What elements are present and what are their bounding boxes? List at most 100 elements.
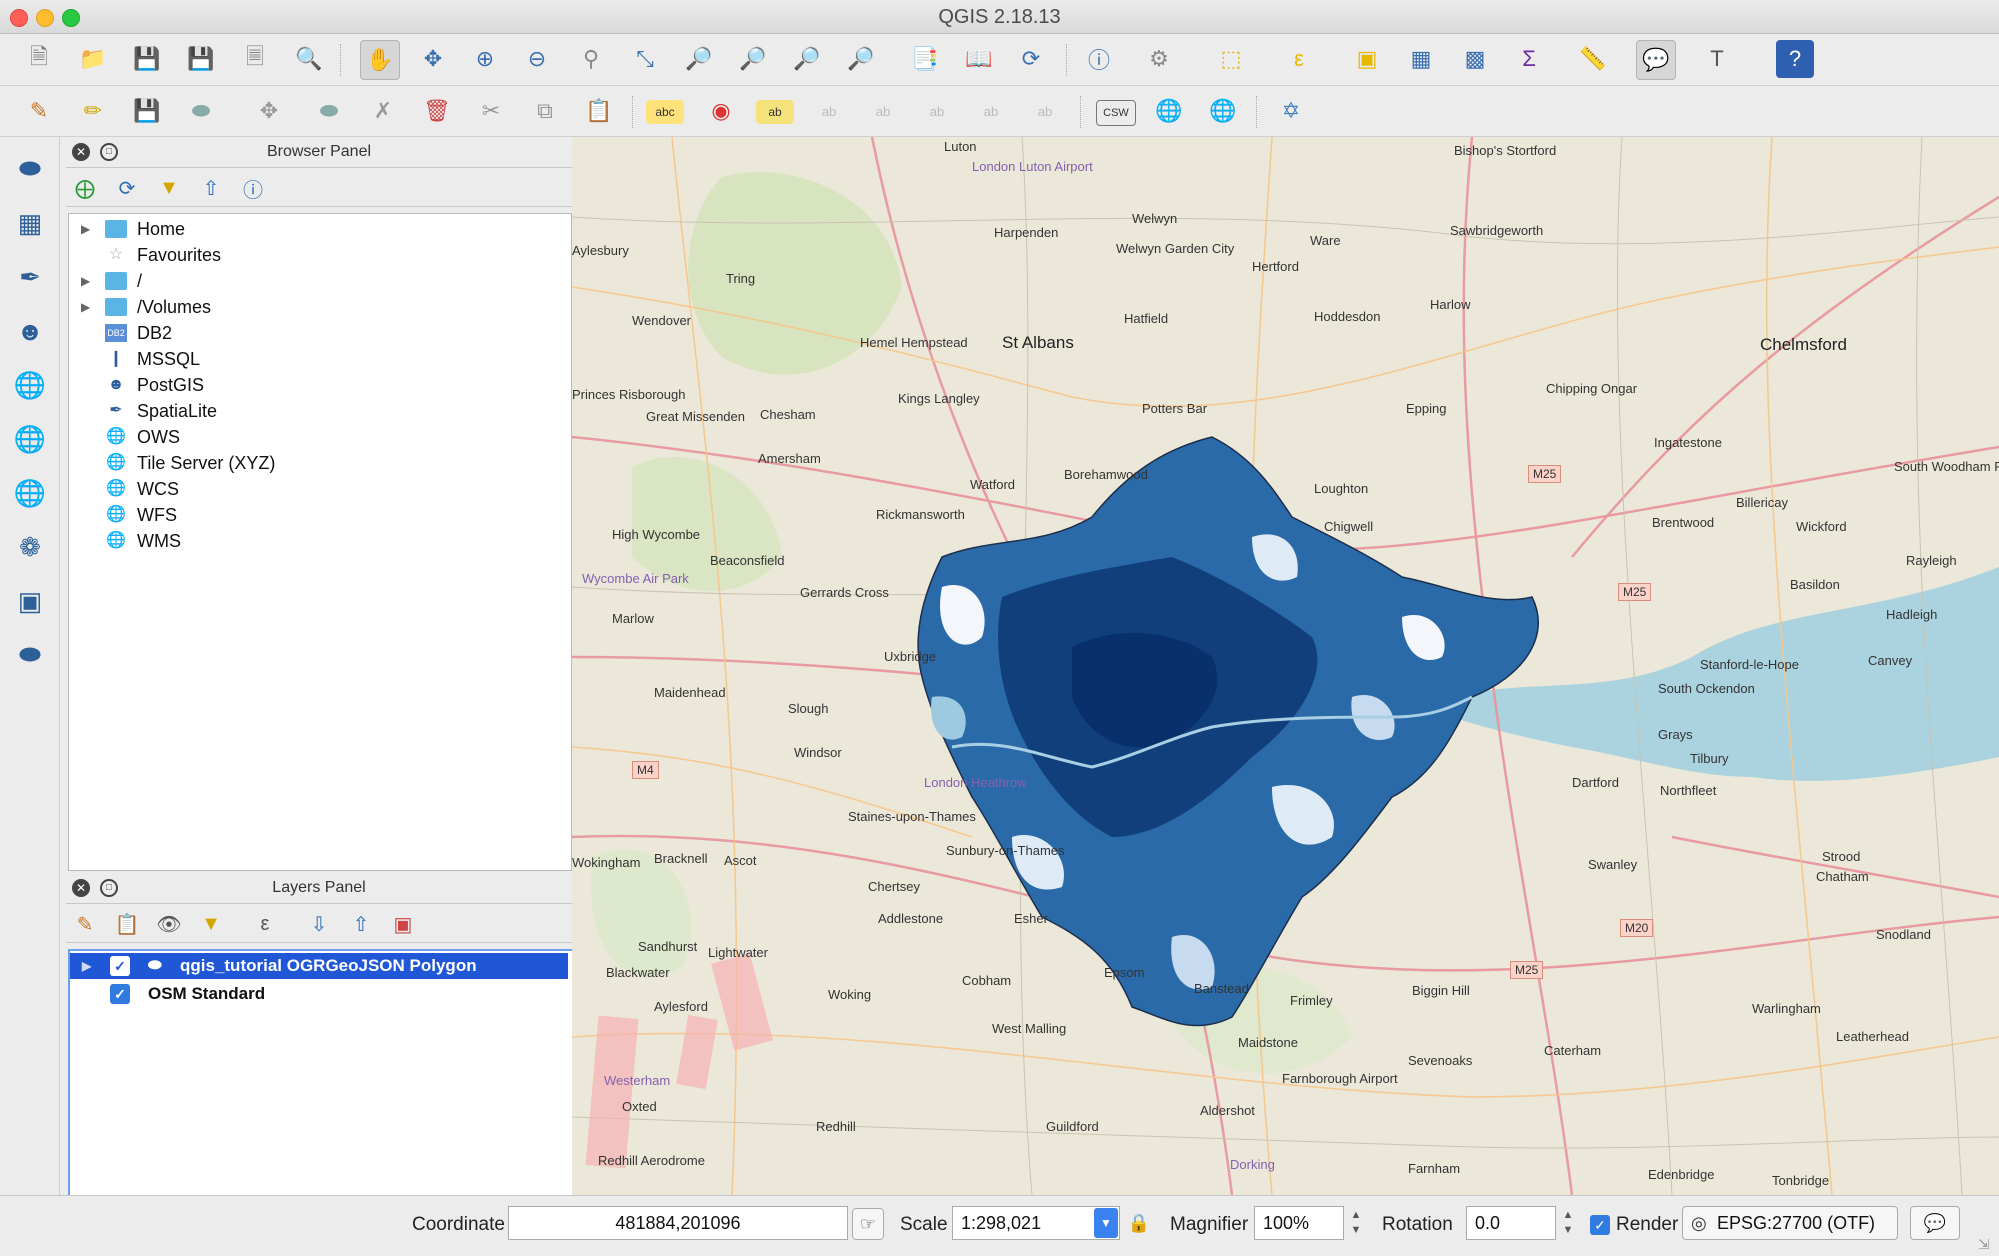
- layer-visibility-checkbox[interactable]: ✓: [110, 956, 130, 976]
- show-hide-labels-icon[interactable]: ab: [864, 92, 902, 130]
- expand-arrow-icon[interactable]: ▶: [81, 268, 90, 294]
- pin-labels-icon[interactable]: ab: [810, 92, 848, 130]
- measure-line-icon[interactable]: 📏: [1574, 40, 1612, 78]
- float-panel-icon[interactable]: □: [100, 879, 118, 897]
- collapse-all-layers-icon[interactable]: ⇧: [348, 911, 374, 937]
- cut-features-icon[interactable]: ✂: [472, 92, 510, 130]
- delete-selected-icon[interactable]: 🗑: [418, 92, 456, 130]
- save-layer-edits-icon[interactable]: 💾: [128, 92, 166, 130]
- add-wfs-layer-icon[interactable]: 🌐: [8, 471, 52, 515]
- refresh-icon[interactable]: ⟳: [1012, 40, 1050, 78]
- expand-arrow-icon[interactable]: ▶: [82, 953, 91, 979]
- add-wcs-layer-icon[interactable]: 🌐: [8, 417, 52, 461]
- add-wms-layer-icon[interactable]: 🌐: [8, 363, 52, 407]
- save-as-icon[interactable]: 💾: [182, 40, 220, 78]
- add-delimited-text-layer-icon[interactable]: ❁: [8, 525, 52, 569]
- zoom-to-selection-icon[interactable]: 🔎: [680, 40, 718, 78]
- messages-icon[interactable]: 💬: [1910, 1206, 1960, 1240]
- new-shapefile-layer-icon[interactable]: ⬬: [8, 633, 52, 677]
- filter-by-expression-icon[interactable]: ε: [252, 911, 278, 937]
- identify-features-icon[interactable]: ⓘ: [1080, 40, 1118, 78]
- add-vector-layer-icon[interactable]: ⬬: [8, 147, 52, 191]
- layer-labeling-options-icon[interactable]: abc: [646, 100, 684, 124]
- magnifier-stepper-icon[interactable]: ▲ ▼: [1348, 1208, 1364, 1240]
- new-print-composer-icon[interactable]: 🗏: [236, 40, 274, 78]
- move-label-icon[interactable]: ab: [918, 92, 956, 130]
- layer-row-polygon[interactable]: ▶ ✓ ⬬ qgis_tutorial OGRGeoJSON Polygon: [70, 953, 568, 979]
- zoom-last-icon[interactable]: 🔎: [788, 40, 826, 78]
- layer-visibility-checkbox[interactable]: ✓: [110, 984, 130, 1004]
- add-wfs-globe-icon[interactable]: 🌐: [1150, 92, 1188, 130]
- add-virtual-layer-icon[interactable]: ▣: [8, 579, 52, 623]
- zoom-out-icon[interactable]: ⊖: [518, 40, 556, 78]
- pan-to-selection-icon[interactable]: ✥: [414, 40, 452, 78]
- zoom-to-layer-icon[interactable]: 🔎: [734, 40, 772, 78]
- collapse-all-icon[interactable]: ⇧: [198, 175, 224, 201]
- add-raster-layer-icon[interactable]: ▦: [8, 201, 52, 245]
- highlight-pinned-labels-icon[interactable]: ab: [756, 100, 794, 124]
- change-label-icon[interactable]: ab: [1026, 92, 1064, 130]
- csw-search-icon[interactable]: CSW: [1096, 100, 1136, 126]
- resize-grip-icon[interactable]: ⇲: [1978, 1236, 1996, 1254]
- expand-all-icon[interactable]: ⇩: [306, 911, 332, 937]
- rotation-stepper-icon[interactable]: ▲ ▼: [1560, 1208, 1576, 1240]
- remove-layer-icon[interactable]: ▣: [390, 911, 416, 937]
- manage-map-themes-icon[interactable]: 👁: [156, 911, 182, 937]
- move-feature-icon[interactable]: ✥: [250, 92, 288, 130]
- open-attribute-table-icon[interactable]: ▦: [1402, 40, 1440, 78]
- help-icon[interactable]: ?: [1776, 40, 1814, 78]
- deselect-features-icon[interactable]: ▣: [1348, 40, 1386, 78]
- refresh-browser-icon[interactable]: ⟳: [114, 175, 140, 201]
- paste-features-icon[interactable]: 📋: [580, 92, 618, 130]
- layer-diagram-options-icon[interactable]: ◉: [702, 92, 740, 130]
- select-by-expression-icon[interactable]: ε: [1280, 40, 1318, 78]
- scale-dropdown-chevron-icon[interactable]: ▼: [1094, 1208, 1118, 1238]
- zoom-in-icon[interactable]: ⊕: [466, 40, 504, 78]
- text-annotation-icon[interactable]: T: [1698, 40, 1736, 78]
- zoom-next-icon[interactable]: 🔎: [842, 40, 880, 78]
- zoom-full-icon[interactable]: ⤡: [626, 40, 664, 78]
- delete-part-icon[interactable]: ✗: [364, 92, 402, 130]
- add-spatialite-layer-icon[interactable]: ✒: [8, 255, 52, 299]
- current-edits-icon[interactable]: ✎: [20, 92, 58, 130]
- lock-scale-icon[interactable]: 🔒: [1124, 1208, 1154, 1240]
- toggle-editing-icon[interactable]: ✏: [74, 92, 112, 130]
- map-tips-icon[interactable]: 💬: [1636, 40, 1676, 80]
- select-features-icon[interactable]: ⬚: [1212, 40, 1250, 78]
- statistical-summary-icon[interactable]: Σ: [1510, 40, 1548, 78]
- new-bookmark-icon[interactable]: 📑: [906, 40, 944, 78]
- save-project-icon[interactable]: 💾: [128, 40, 166, 78]
- crs-button[interactable]: ◎ EPSG:27700 (OTF): [1682, 1206, 1898, 1240]
- expand-arrow-icon[interactable]: ▶: [81, 294, 90, 320]
- rotation-field[interactable]: 0.0: [1466, 1206, 1556, 1240]
- zoom-native-icon[interactable]: ⚲: [572, 40, 610, 78]
- minimize-window-button[interactable]: [36, 9, 54, 27]
- open-project-icon[interactable]: 📁: [74, 40, 112, 78]
- search-globe-icon[interactable]: 🌐: [1204, 92, 1242, 130]
- coordinate-field[interactable]: 481884,201096: [508, 1206, 848, 1240]
- float-panel-icon[interactable]: □: [100, 143, 118, 161]
- close-panel-icon[interactable]: ✕: [72, 143, 90, 161]
- magnifier-field[interactable]: 100%: [1254, 1206, 1344, 1240]
- show-bookmarks-icon[interactable]: 📖: [960, 40, 998, 78]
- add-feature-icon[interactable]: ⬬: [182, 92, 220, 130]
- filter-legend-icon[interactable]: ▼: [198, 911, 224, 937]
- composer-manager-icon[interactable]: 🔍: [290, 40, 328, 78]
- open-field-calculator-icon[interactable]: ▩: [1456, 40, 1494, 78]
- style-manager-icon[interactable]: ✎: [72, 911, 98, 937]
- copy-features-icon[interactable]: ⧉: [526, 92, 564, 130]
- run-feature-action-icon[interactable]: ⚙: [1140, 40, 1178, 78]
- expand-arrow-icon[interactable]: ▶: [81, 216, 90, 242]
- close-panel-icon[interactable]: ✕: [72, 879, 90, 897]
- add-group-icon[interactable]: 📋: [114, 911, 140, 937]
- zoom-window-button[interactable]: [62, 9, 80, 27]
- render-checkbox[interactable]: ✓: [1590, 1215, 1610, 1235]
- map-canvas[interactable]: Luton London Luton Airport Bishop's Stor…: [572, 137, 1999, 1195]
- properties-info-icon[interactable]: ⓘ: [240, 175, 266, 202]
- close-window-button[interactable]: [10, 9, 28, 27]
- filter-browser-icon[interactable]: ▼: [156, 175, 182, 201]
- python-console-icon[interactable]: ✡: [1272, 92, 1310, 130]
- add-postgis-layer-icon[interactable]: ☻: [8, 309, 52, 353]
- toggle-extents-mouse-icon[interactable]: ☞: [852, 1208, 884, 1240]
- new-project-icon[interactable]: 🗎: [20, 40, 58, 78]
